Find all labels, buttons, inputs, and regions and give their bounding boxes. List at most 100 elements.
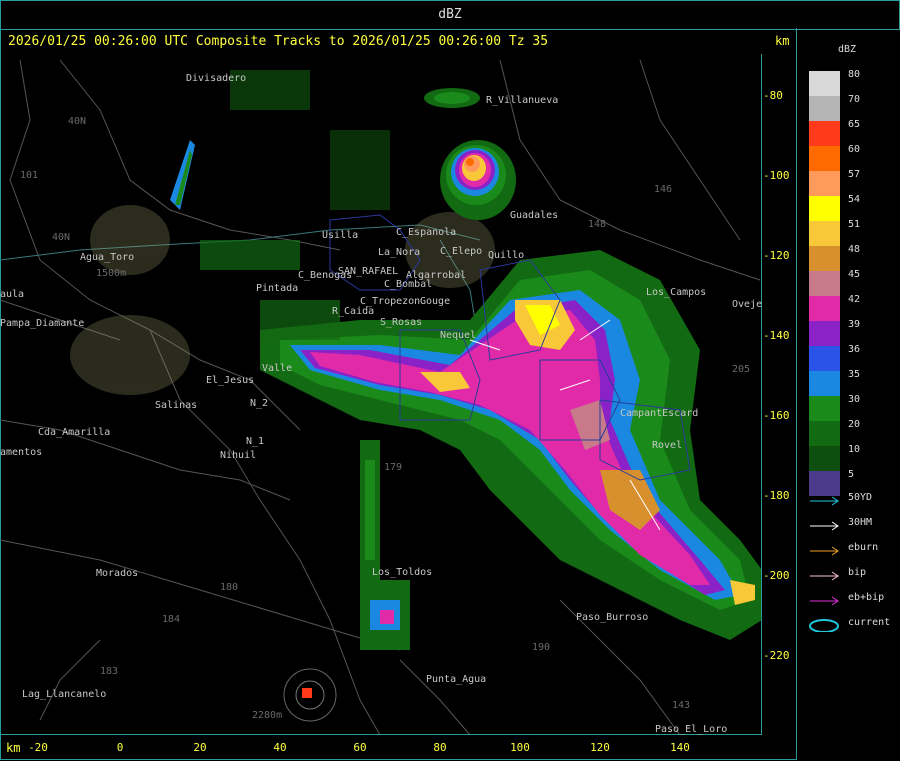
track-legend-label: eburn: [848, 542, 879, 553]
legend-swatch: [809, 421, 840, 446]
legend-swatch: [809, 221, 840, 246]
legend-swatch-label: 48: [848, 244, 861, 255]
window-title-bar: dBZ: [0, 0, 900, 30]
legend-swatch: [809, 171, 840, 196]
track-arrow-icon: [810, 596, 839, 606]
y-tick-label: -140: [763, 329, 790, 342]
track-arrow-icon: [810, 571, 839, 581]
place-label: S_Rosas: [380, 317, 423, 328]
x-tick-label: 0: [116, 741, 124, 754]
legend-swatch-label: 57: [848, 169, 861, 180]
legend-swatch-label: 42: [848, 294, 861, 305]
legend-swatch-label: 39: [848, 319, 861, 330]
x-tick-label: 60: [353, 741, 367, 754]
legend-swatch: [809, 371, 840, 396]
echo-volcano: [302, 688, 312, 698]
legend-swatch-label: 35: [848, 369, 861, 380]
current-ellipse-icon: [809, 619, 839, 633]
place-label: La_Nora: [378, 247, 421, 258]
place-label: R_Caida: [332, 306, 375, 317]
legend-swatch: [809, 271, 840, 296]
place-label: Guadales: [510, 210, 559, 221]
route-number: 40N: [68, 116, 87, 127]
x-axis-unit: km: [6, 741, 21, 755]
route-number: 101: [20, 170, 39, 181]
legend-swatch-label: 54: [848, 194, 861, 205]
x-tick-label: 120: [590, 741, 610, 754]
composite-header: 2026/01/25 00:26:00 UTC Composite Tracks…: [8, 34, 549, 49]
y-tick-label: -220: [763, 649, 790, 662]
place-label: SAN_RAFAEL: [338, 266, 399, 277]
route-number: 146: [654, 184, 673, 195]
track-arrow-icon: [810, 521, 839, 531]
x-tick-label: 140: [670, 741, 690, 754]
track-legend-row: current: [808, 617, 890, 633]
legend-swatch: [809, 121, 840, 146]
y-tick-label: -180: [763, 489, 790, 502]
place-label: Gouge: [420, 296, 451, 307]
legend-swatch-label: 20: [848, 419, 861, 430]
x-tick-label: 40: [273, 741, 287, 754]
route-number: 205: [732, 364, 751, 375]
legend-swatch-label: 80: [848, 69, 861, 80]
legend-swatch-label: 36: [848, 344, 861, 355]
legend-swatch: [809, 346, 840, 371]
track-legend-row: eb+bip: [808, 592, 884, 606]
route-number: 40N: [52, 232, 71, 243]
track-legend-label: eb+bip: [848, 592, 885, 603]
place-label: CampantEscard: [620, 408, 699, 419]
route-number: 184: [162, 614, 181, 625]
y-tick-label: -160: [763, 409, 790, 422]
x-tick-label: 20: [193, 741, 207, 754]
legend-swatch: [809, 146, 840, 171]
legend-swatch: [809, 246, 840, 271]
x-tick-label: -20: [28, 741, 48, 754]
legend-swatch: [809, 321, 840, 346]
track-arrow-icon: [810, 496, 839, 506]
place-label: C_Elepo: [440, 246, 483, 257]
legend-swatch: [809, 396, 840, 421]
legend-swatch-label: 10: [848, 444, 861, 455]
place-label: Nihuil: [220, 450, 257, 461]
place-label: El_Jesus: [206, 375, 255, 386]
place-label: Los_Toldos: [372, 567, 433, 578]
echoes-northwest: [170, 70, 390, 340]
y-tick-label: -120: [763, 249, 790, 262]
place-label: aula: [0, 289, 25, 300]
track-legend-row: eburn: [808, 542, 878, 556]
place-label: Rovel: [652, 440, 683, 451]
x-tick-label: 100: [510, 741, 530, 754]
route-number: 183: [100, 666, 119, 677]
route-number: 143: [672, 700, 691, 711]
y-tick-label: -80: [763, 89, 783, 102]
route-number: 179: [384, 462, 403, 473]
place-label: R_Villanueva: [486, 95, 559, 106]
track-legend-row: 50YD: [808, 492, 872, 506]
place-label: Agua_Toro: [80, 252, 135, 263]
route-number: 148: [588, 219, 607, 230]
place-label: Pampa_Diamante: [0, 318, 85, 329]
dbz-legend: dBZ 80 70 65 60 57 54 51 48 45 42 39 36 35 30 20 10 5 50…: [798, 28, 900, 761]
legend-swatch-label: 30: [848, 394, 861, 405]
y-axis-unit: km: [775, 34, 790, 48]
place-label: Usilla: [322, 230, 359, 241]
track-arrow-icon: [810, 546, 839, 556]
radar-map[interactable]: [0, 54, 762, 735]
place-label: Los_Campos: [646, 287, 707, 298]
elevation-label: 1500m: [96, 268, 127, 279]
place-label: amentos: [0, 447, 43, 458]
window-title: dBZ: [438, 7, 462, 22]
track-legend-label: bip: [848, 567, 867, 578]
legend-swatch-label: 70: [848, 94, 861, 105]
place-label: Paso_Burroso: [576, 612, 649, 623]
place-label: Salinas: [155, 400, 198, 411]
legend-swatch: [809, 71, 840, 96]
x-tick-label: 80: [433, 741, 447, 754]
route-number: 180: [220, 582, 239, 593]
place-label: N_1: [246, 436, 265, 447]
place-label: Divisadero: [186, 73, 247, 84]
place-label: Nequel: [440, 330, 477, 341]
track-legend-row: 30HM: [808, 517, 872, 531]
track-legend-label: current: [848, 617, 891, 628]
track-legend-label: 30HM: [848, 517, 873, 528]
